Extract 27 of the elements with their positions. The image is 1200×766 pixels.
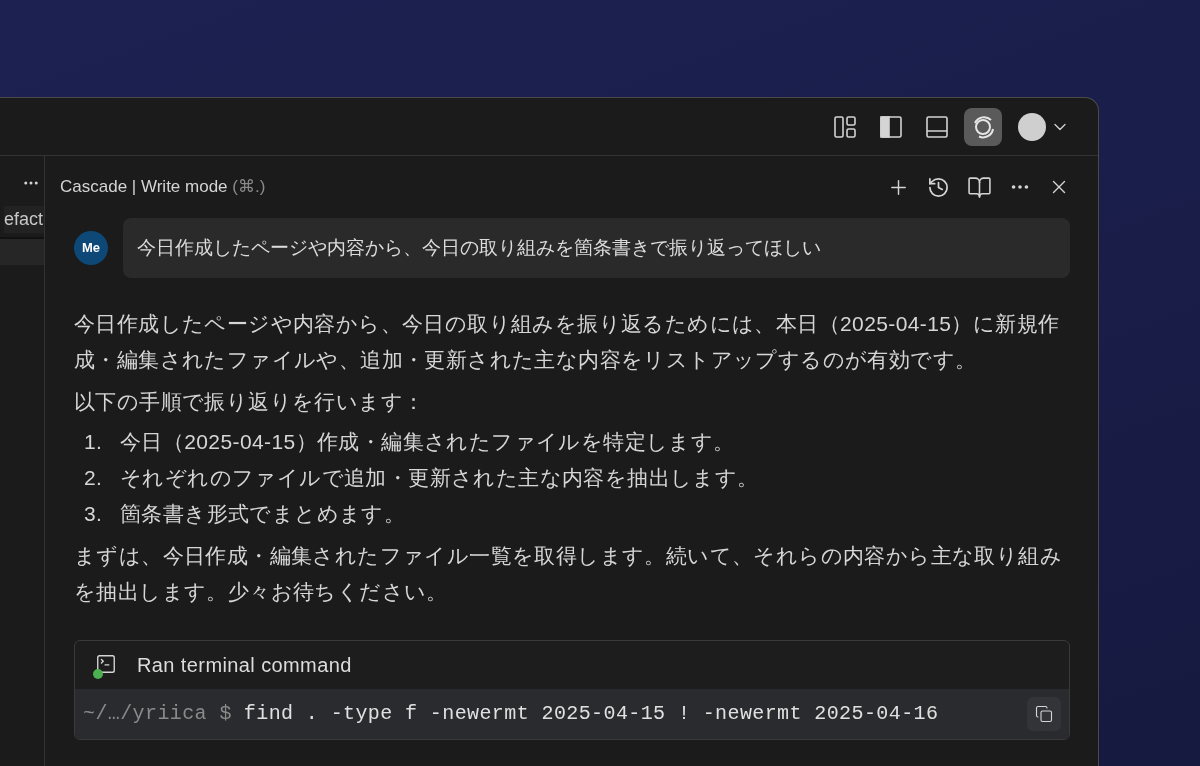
avatar xyxy=(1018,112,1046,141)
step-number: 1. xyxy=(84,429,104,455)
command-text: find . -type f -newermt 2025-04-15 ! -newermt 2025-04-16 xyxy=(243,701,940,727)
response-paragraph: まずは、今日作成・編集されたファイル一覧を取得します。続いて、それらの内容から主な取り組みを抽出します。少々お待ちください。 xyxy=(74,543,1063,605)
ring-icon xyxy=(971,114,995,139)
tab-label[interactable]: efact xyxy=(3,206,44,233)
step-text: 今日（2025-04-15）作成・編集されたファイルを特定します。 xyxy=(120,429,735,455)
response-paragraph: 今日作成したページや内容から、今日の取り組みを振り返るためには、本日（2025-04-15）に新規作成・編集されたファイルや、追加・更新された主な内容をリストアップするのが有効です。 xyxy=(74,311,1061,373)
toolbar-toggle[interactable] xyxy=(964,107,1002,146)
shortcut-hint: (⌘.) xyxy=(232,177,266,197)
step-text: それぞれのファイルで追加・更新された主な内容を抽出します。 xyxy=(120,465,759,491)
copy-button[interactable] xyxy=(1027,697,1061,731)
step-number: 2. xyxy=(84,465,104,491)
user-message: 今日作成したページや内容から、今日の取り組みを箇条書きで振り返ってほしい xyxy=(123,218,1070,278)
step-number: 3. xyxy=(84,501,104,527)
sidebar-icon xyxy=(879,114,903,139)
copy-icon xyxy=(1035,705,1053,723)
step-text: 箇条書き形式でまとめます。 xyxy=(120,501,406,527)
history-icon[interactable] xyxy=(927,175,950,199)
layout-icon xyxy=(833,114,857,139)
command-prompt: ~/…/yriica $ xyxy=(83,701,232,727)
book-icon[interactable] xyxy=(967,174,992,200)
terminal-title: Ran terminal command xyxy=(137,653,352,678)
panel-title-text: Cascade | Write mode xyxy=(60,177,228,197)
user-avatar: Me xyxy=(74,231,108,265)
panel-icon xyxy=(925,114,949,139)
response-paragraph: 以下の手順で振り返りを行います： xyxy=(74,389,426,415)
